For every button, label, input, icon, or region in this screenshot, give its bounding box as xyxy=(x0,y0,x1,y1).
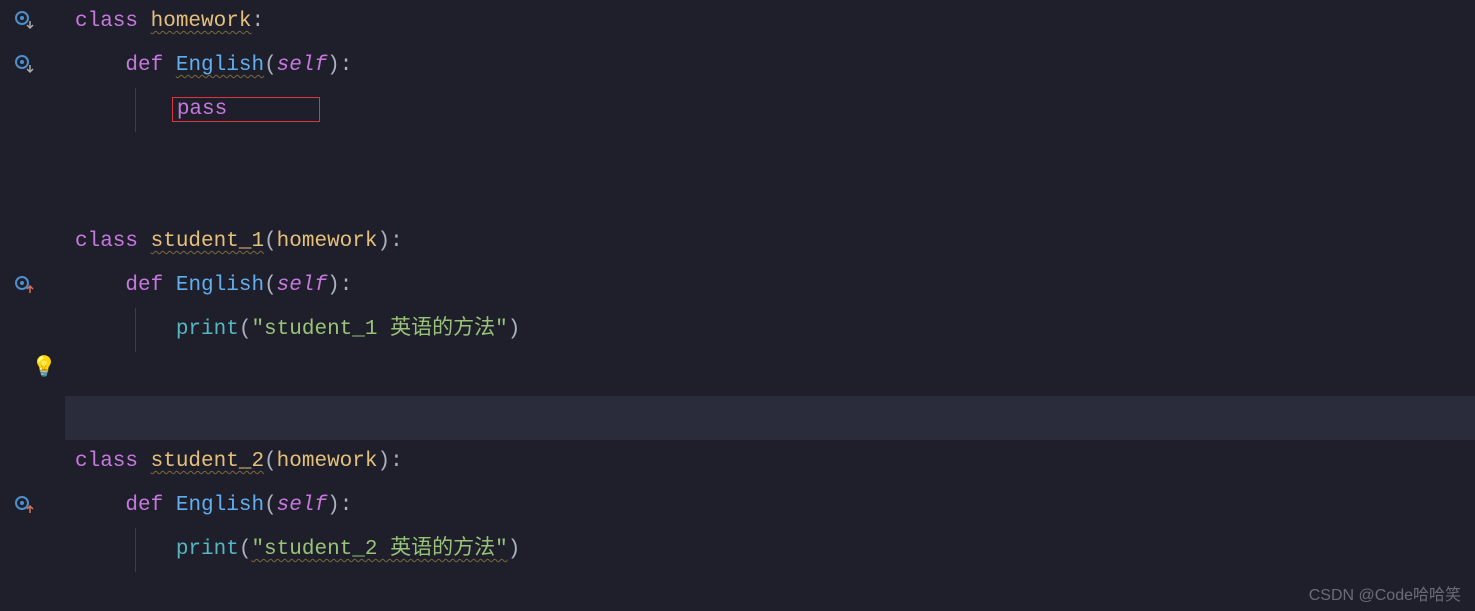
code-area[interactable]: class homework: def English(self): pass … xyxy=(65,0,1475,611)
paren: ( xyxy=(264,230,277,253)
param-self: self xyxy=(277,494,327,517)
lightbulb-icon[interactable]: 💡 xyxy=(30,353,58,381)
code-line[interactable] xyxy=(65,352,1475,396)
keyword-class: class xyxy=(75,10,151,33)
override-down-icon[interactable] xyxy=(10,50,38,78)
indent xyxy=(75,98,176,121)
code-line[interactable]: print("student_2 英语的方法") xyxy=(65,528,1475,572)
code-line[interactable]: def English(self): xyxy=(65,44,1475,88)
string-literal: "student_1 英语的方法" xyxy=(251,318,507,341)
override-up-icon[interactable] xyxy=(10,271,38,299)
function-name: English xyxy=(176,494,264,517)
code-line[interactable]: print("student_1 英语的方法") xyxy=(65,308,1475,352)
function-name: English xyxy=(176,274,264,297)
gutter: 💡 xyxy=(0,0,65,611)
keyword-def: def xyxy=(125,54,175,77)
code-line[interactable] xyxy=(65,132,1475,176)
param-self: self xyxy=(277,54,327,77)
code-line[interactable]: class homework: xyxy=(65,0,1475,44)
paren: ( xyxy=(264,274,277,297)
paren: ( xyxy=(264,494,277,517)
paren: ( xyxy=(239,538,252,561)
code-editor[interactable]: 💡 class homework: def English(self): pas… xyxy=(0,0,1475,611)
indent xyxy=(75,54,125,77)
code-line[interactable] xyxy=(65,176,1475,220)
code-line[interactable]: pass xyxy=(65,88,1475,132)
string-literal: "student_2 英语的方法" xyxy=(251,538,507,561)
override-up-icon[interactable] xyxy=(10,491,38,519)
paren-close: ): xyxy=(327,274,352,297)
builtin-print: print xyxy=(176,538,239,561)
code-line[interactable]: def English(self): xyxy=(65,484,1475,528)
indent xyxy=(75,494,125,517)
class-name: homework xyxy=(151,10,252,33)
indent xyxy=(75,318,176,341)
keyword-class: class xyxy=(75,450,151,473)
class-name: student_1 xyxy=(151,230,264,253)
code-line[interactable]: def English(self): xyxy=(65,264,1475,308)
param-self: self xyxy=(277,274,327,297)
watermark: CSDN @Code哈哈笑 xyxy=(1309,581,1461,605)
indent xyxy=(75,274,125,297)
colon: : xyxy=(251,10,264,33)
keyword-pass: pass xyxy=(177,98,227,121)
paren-close: ): xyxy=(327,54,352,77)
paren: ( xyxy=(264,54,277,77)
function-name: English xyxy=(176,54,264,77)
code-line-current[interactable] xyxy=(65,396,1475,440)
code-line[interactable]: class student_1(homework): xyxy=(65,220,1475,264)
keyword-class: class xyxy=(75,230,151,253)
indent xyxy=(75,538,176,561)
highlight-box: pass xyxy=(172,97,321,122)
base-class: homework xyxy=(277,230,378,253)
paren-close: ): xyxy=(377,450,402,473)
paren-close: ) xyxy=(508,318,521,341)
paren: ( xyxy=(264,450,277,473)
base-class: homework xyxy=(277,450,378,473)
builtin-print: print xyxy=(176,318,239,341)
class-name: student_2 xyxy=(151,450,264,473)
code-line[interactable]: class student_2(homework): xyxy=(65,440,1475,484)
paren-close: ): xyxy=(377,230,402,253)
paren: ( xyxy=(239,318,252,341)
keyword-def: def xyxy=(125,274,175,297)
override-down-icon[interactable] xyxy=(10,6,38,34)
keyword-def: def xyxy=(125,494,175,517)
paren-close: ) xyxy=(508,538,521,561)
paren-close: ): xyxy=(327,494,352,517)
